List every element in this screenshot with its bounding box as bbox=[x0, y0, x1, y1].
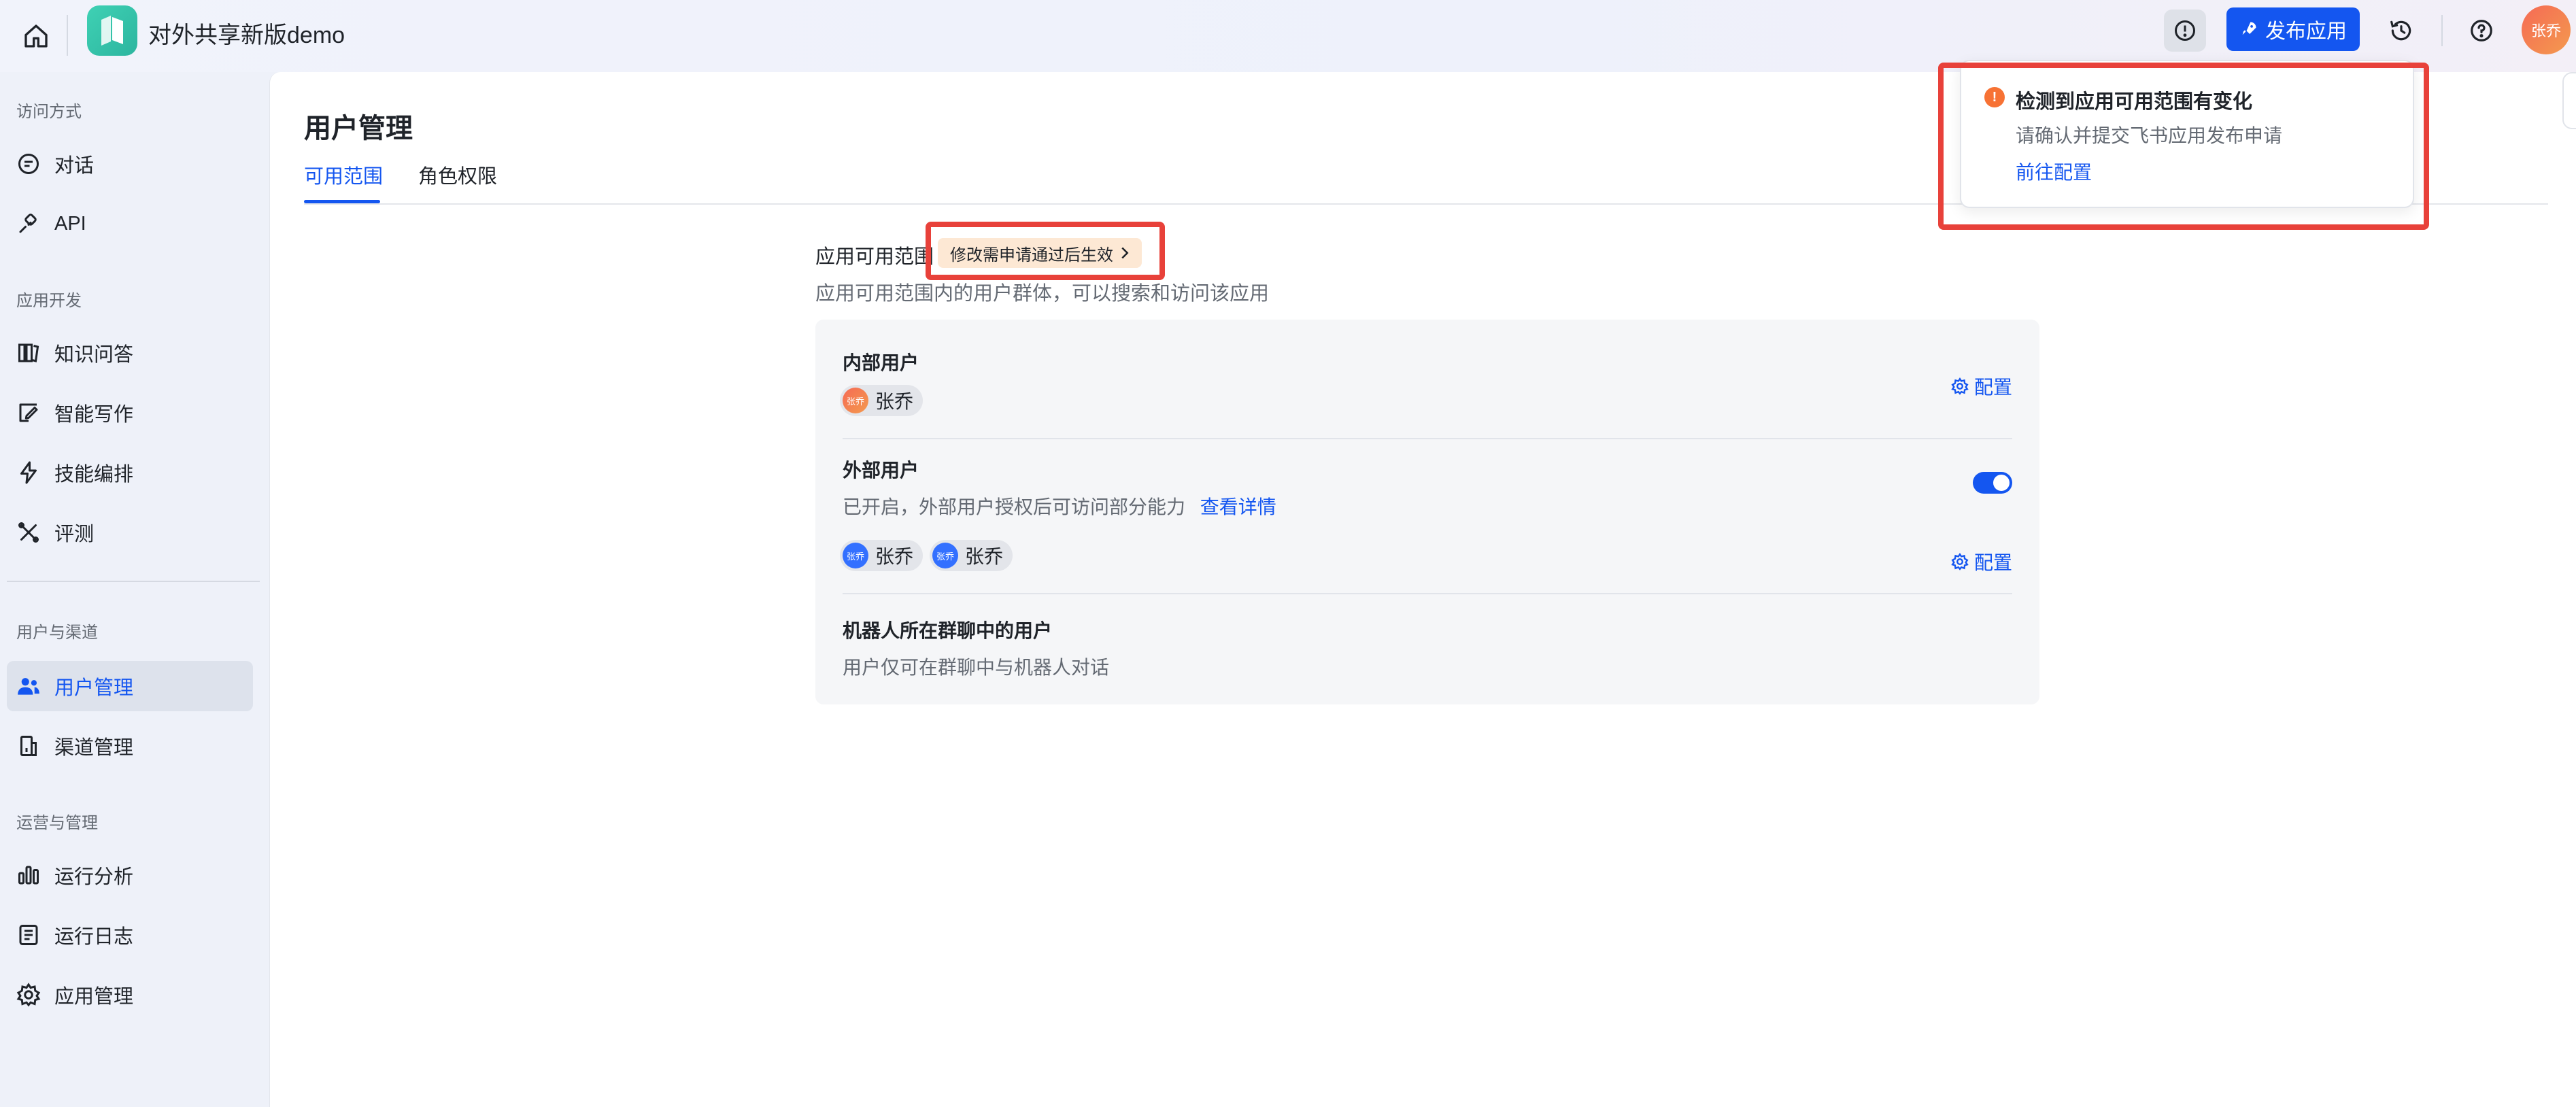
gear-icon bbox=[1951, 377, 1969, 395]
user-chip: 张乔 张乔 bbox=[840, 540, 923, 571]
scope-section-description: 应用可用范围内的用户群体，可以搜索和访问该应用 bbox=[815, 283, 1270, 305]
external-users-toggle[interactable] bbox=[1973, 472, 2012, 494]
robot-group-users-title: 机器人所在群聊中的用户 bbox=[843, 620, 1053, 641]
user-chip-name: 张乔 bbox=[875, 391, 914, 412]
rocket-icon bbox=[2242, 22, 2256, 35]
sidebar-divider bbox=[7, 581, 260, 582]
bar-chart-icon bbox=[14, 860, 44, 890]
sidebar-group-title: 用户与渠道 bbox=[16, 624, 98, 642]
scope-section-label: 应用可用范围 bbox=[815, 246, 934, 268]
sidebar-item-label: 技能编排 bbox=[54, 464, 134, 486]
sidebar-item-label: API bbox=[54, 212, 86, 235]
external-users-title: 外部用户 bbox=[843, 460, 919, 481]
lightning-icon bbox=[14, 458, 44, 488]
top-divider bbox=[67, 15, 68, 56]
row-divider bbox=[843, 593, 2012, 594]
users-icon bbox=[14, 671, 44, 701]
top-divider-right bbox=[2441, 15, 2443, 46]
sidebar-item-run-logs[interactable]: 运行日志 bbox=[7, 910, 253, 960]
app-logo-icon bbox=[101, 16, 123, 46]
tab-available-scope[interactable]: 可用范围 bbox=[304, 160, 383, 189]
user-chip-avatar: 张乔 bbox=[932, 543, 958, 568]
highlight-box-notification bbox=[1938, 63, 2429, 230]
external-users-description: 已开启，外部用户授权后可访问部分能力 查看详情 bbox=[843, 492, 1276, 520]
sidebar-item-label: 运行分析 bbox=[54, 866, 134, 888]
user-chip: 张乔 张乔 bbox=[930, 540, 1013, 571]
sidebar-item-label: 渠道管理 bbox=[54, 737, 134, 759]
user-chip-name: 张乔 bbox=[875, 546, 914, 567]
sidebar-item-api[interactable]: API bbox=[7, 199, 253, 249]
sidebar-item-chat[interactable]: 对话 bbox=[7, 139, 253, 189]
sidebar-item-user-management[interactable]: 用户管理 bbox=[7, 661, 253, 711]
config-label: 配置 bbox=[1973, 377, 2012, 398]
robot-group-users-description: 用户仅可在群聊中与机器人对话 bbox=[843, 657, 1110, 678]
api-plug-icon bbox=[14, 209, 44, 239]
publish-app-label: 发布应用 bbox=[2265, 20, 2347, 43]
config-label: 配置 bbox=[1973, 552, 2012, 573]
tools-icon bbox=[14, 517, 44, 547]
gear-icon bbox=[1951, 553, 1969, 570]
tab-role-permissions[interactable]: 角色权限 bbox=[418, 160, 497, 189]
home-icon bbox=[24, 24, 48, 48]
home-button[interactable] bbox=[14, 14, 58, 58]
user-chip-avatar: 张乔 bbox=[843, 543, 868, 568]
sidebar-item-label: 应用管理 bbox=[54, 986, 134, 1008]
internal-users-title: 内部用户 bbox=[843, 352, 919, 373]
user-avatar[interactable]: 张乔 bbox=[2522, 5, 2571, 54]
app-name: 对外共享新版demo bbox=[148, 22, 345, 48]
sidebar-item-label: 评测 bbox=[54, 524, 95, 545]
book-icon bbox=[14, 338, 44, 368]
sidebar-item-label: 智能写作 bbox=[54, 404, 134, 426]
sidebar-item-label: 运行日志 bbox=[54, 926, 134, 948]
external-users-status-text: 已开启，外部用户授权后可访问部分能力 bbox=[843, 496, 1186, 517]
chat-bubble-icon bbox=[14, 149, 44, 179]
alert-circle-icon bbox=[2175, 20, 2195, 41]
sidebar-item-app-management[interactable]: 应用管理 bbox=[7, 970, 253, 1020]
external-users-config-button[interactable]: 配置 bbox=[1951, 548, 2012, 575]
sidebar-item-label: 用户管理 bbox=[54, 677, 134, 699]
user-chip-avatar: 张乔 bbox=[843, 388, 868, 413]
toggle-knob bbox=[1993, 475, 2010, 491]
side-panel-handle[interactable] bbox=[2562, 72, 2576, 129]
highlight-box-pending-tag bbox=[926, 222, 1165, 280]
view-details-link[interactable]: 查看详情 bbox=[1200, 496, 1276, 517]
sidebar: 访问方式 对话 API 应用开发 知识问答 智能写作 技能编排 评测 用户与渠道… bbox=[0, 72, 269, 1107]
channel-icon bbox=[14, 731, 44, 761]
help-question-icon bbox=[2471, 20, 2492, 41]
log-icon bbox=[14, 920, 44, 950]
pen-write-icon bbox=[14, 398, 44, 428]
sidebar-item-evaluation[interactable]: 评测 bbox=[7, 507, 253, 558]
publish-app-button[interactable]: 发布应用 bbox=[2226, 7, 2360, 51]
sidebar-group-title: 应用开发 bbox=[16, 292, 82, 310]
sidebar-item-channel-management[interactable]: 渠道管理 bbox=[7, 721, 253, 771]
change-alert-button[interactable] bbox=[2164, 10, 2206, 52]
sidebar-item-label: 对话 bbox=[54, 155, 95, 177]
row-divider bbox=[843, 438, 2012, 439]
user-chip-name: 张乔 bbox=[965, 546, 1004, 567]
sidebar-group-title: 运营与管理 bbox=[16, 814, 98, 832]
sidebar-item-smart-writing[interactable]: 智能写作 bbox=[7, 388, 253, 438]
sidebar-group-title: 访问方式 bbox=[16, 103, 82, 121]
app-logo bbox=[87, 5, 137, 56]
sidebar-item-knowledge-qa[interactable]: 知识问答 bbox=[7, 328, 253, 378]
sidebar-item-run-analysis[interactable]: 运行分析 bbox=[7, 850, 253, 900]
sidebar-item-label: 知识问答 bbox=[54, 344, 134, 366]
page-title: 用户管理 bbox=[304, 114, 413, 143]
user-chip: 张乔 张乔 bbox=[840, 385, 923, 416]
scope-card: 内部用户 张乔 张乔 配置 外部用户 已开启，外部用户授权后可访问部分能力 查看… bbox=[815, 320, 2039, 704]
sidebar-item-skill-orchestration[interactable]: 技能编排 bbox=[7, 447, 253, 498]
gear-icon bbox=[14, 980, 44, 1010]
help-button[interactable] bbox=[2460, 10, 2503, 52]
history-button[interactable] bbox=[2380, 10, 2422, 52]
history-clock-icon bbox=[2390, 20, 2411, 41]
internal-users-config-button[interactable]: 配置 bbox=[1951, 373, 2012, 400]
